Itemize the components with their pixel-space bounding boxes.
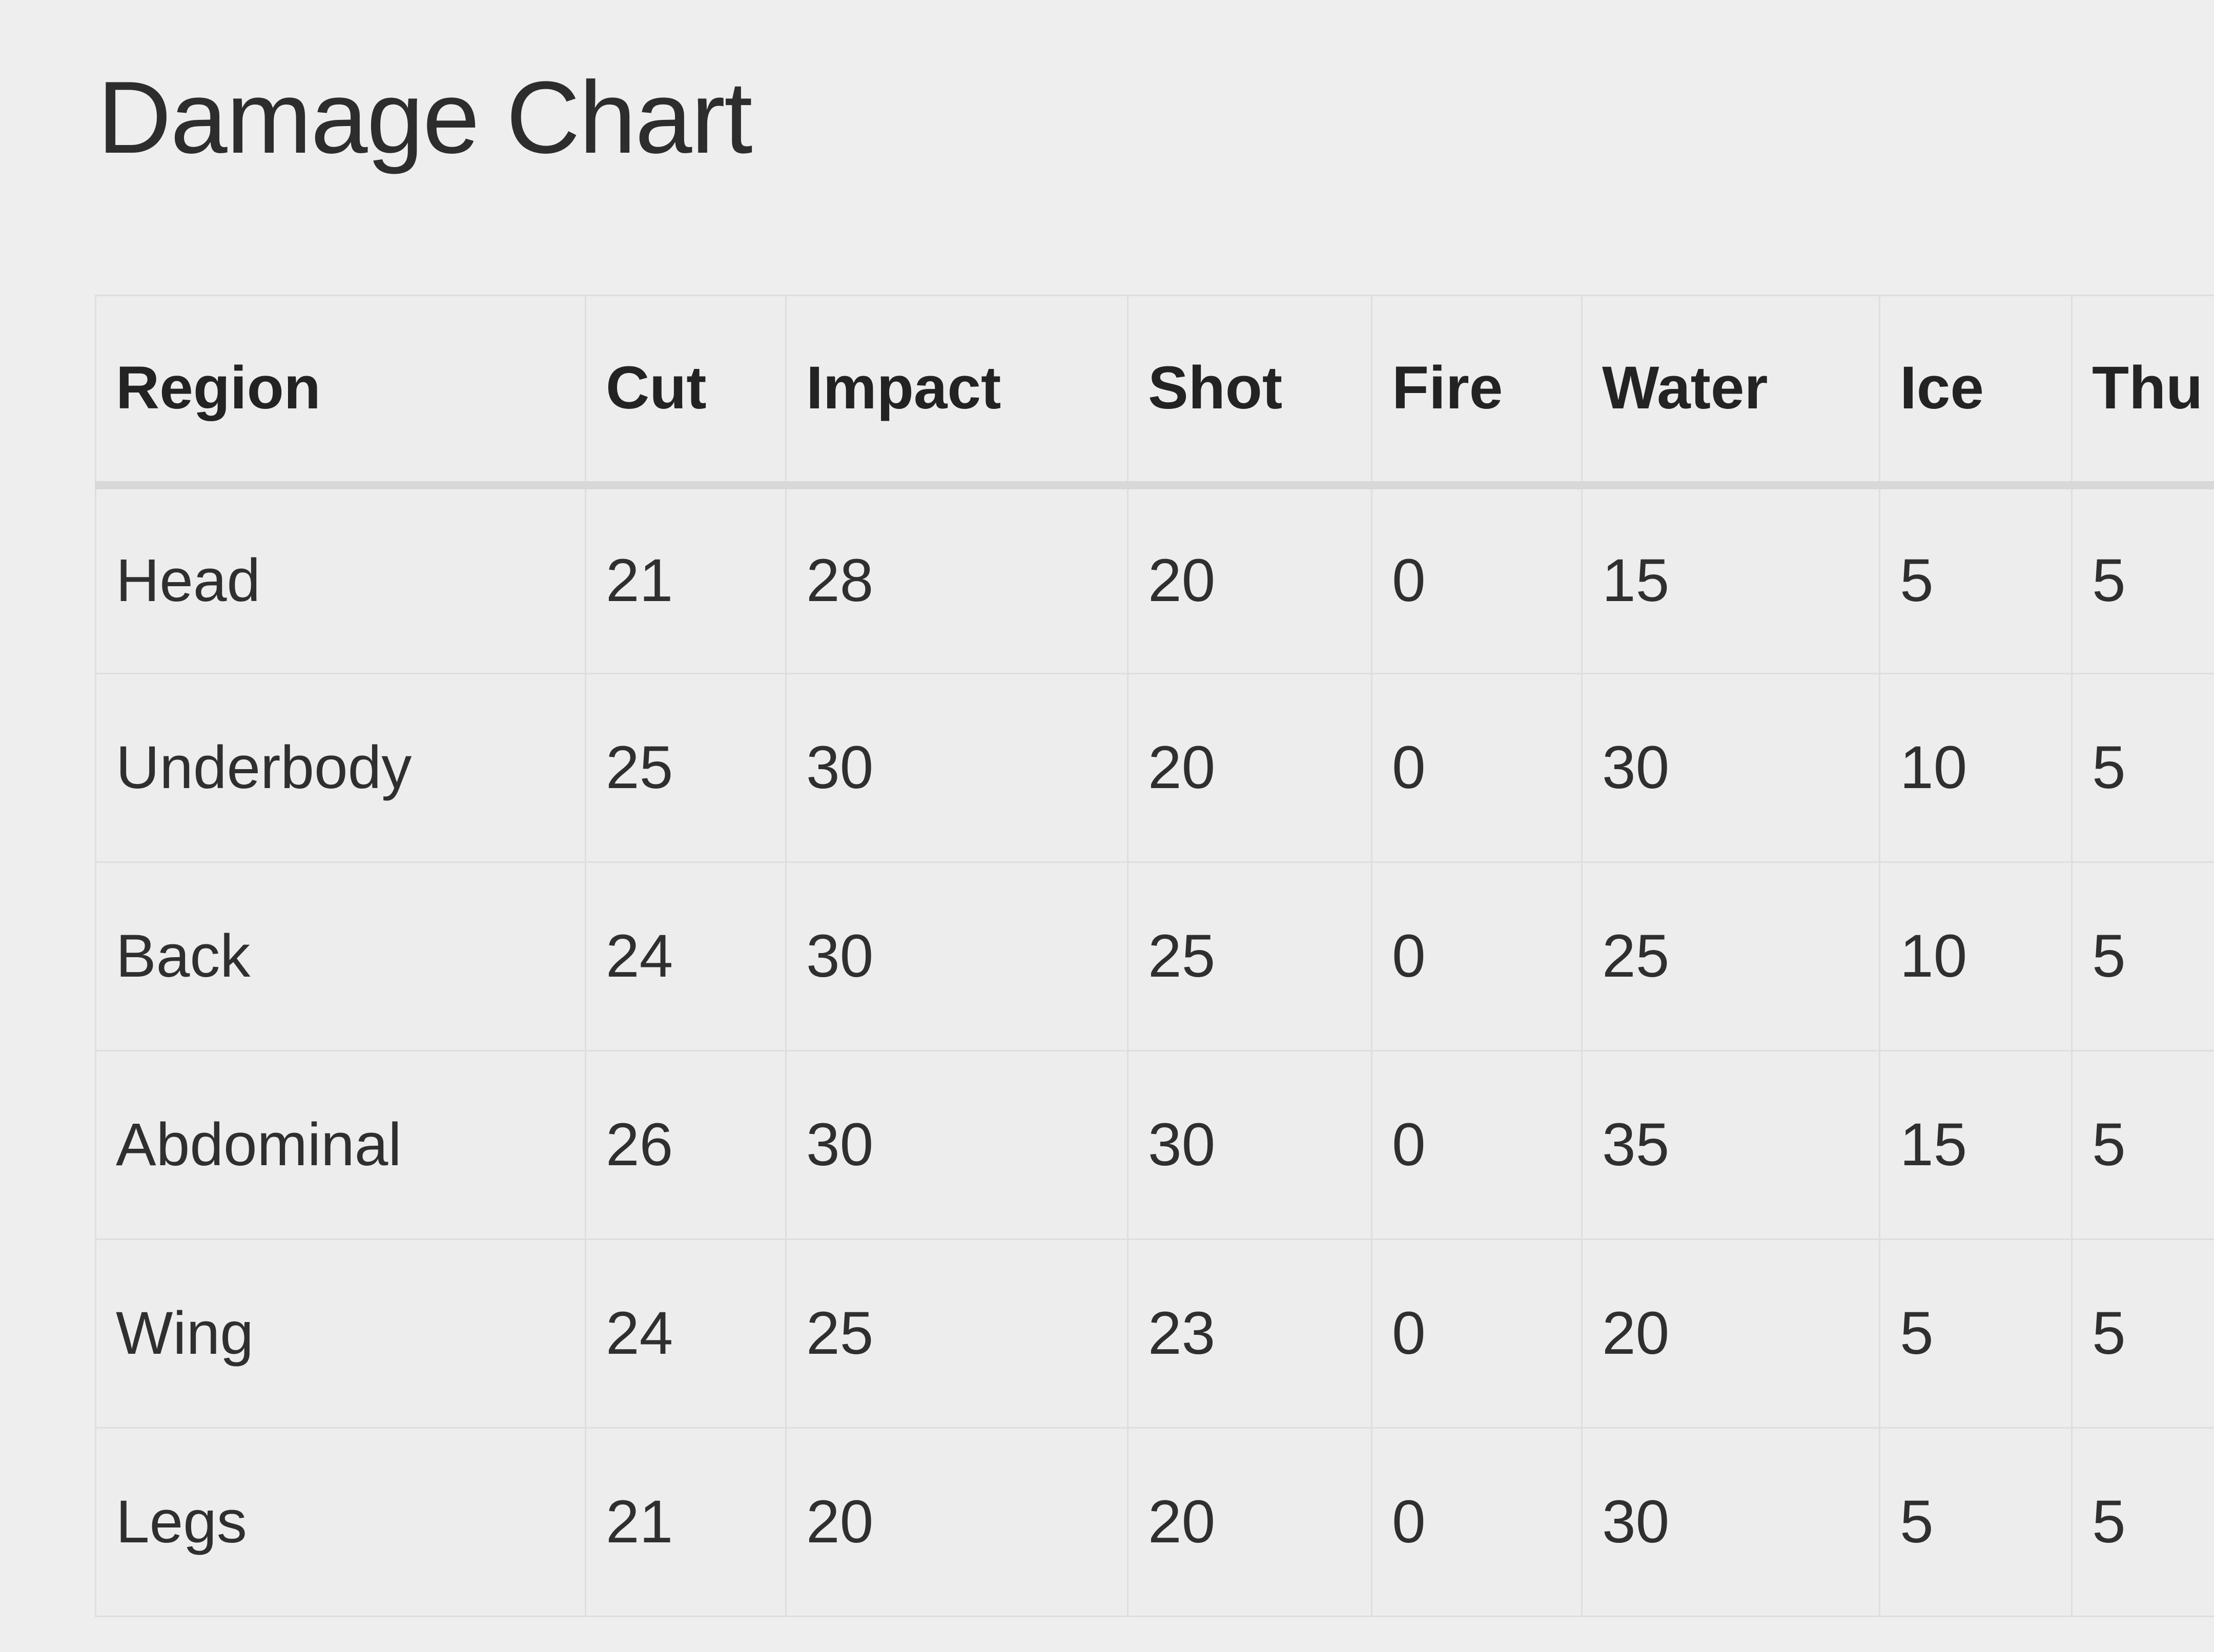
cell-water: 15 [1581, 484, 1880, 674]
cell-water: 30 [1581, 1427, 1880, 1617]
cell-fire: 0 [1371, 1238, 1583, 1429]
cell-region: Wing [95, 1238, 586, 1429]
cell-impact: 25 [785, 1238, 1129, 1429]
cell-cut: 21 [585, 484, 787, 674]
column-header-cut[interactable]: Cut [585, 295, 787, 489]
cell-shot: 30 [1127, 1050, 1372, 1240]
cell-impact: 30 [785, 861, 1129, 1051]
cell-shot: 23 [1127, 1238, 1372, 1429]
cell-thunder: 5 [2071, 1050, 2214, 1240]
cell-thunder: 5 [2071, 484, 2214, 674]
table-row: Wing 24 25 23 0 20 5 5 [95, 1238, 2214, 1429]
table-row: Back 24 30 25 0 25 10 5 [95, 861, 2214, 1051]
cell-ice: 15 [1879, 1050, 2073, 1240]
cell-ice: 5 [1879, 1238, 2073, 1429]
table-row: Underbody 25 30 20 0 30 10 5 [95, 673, 2214, 863]
cell-fire: 0 [1371, 861, 1583, 1051]
cell-ice: 5 [1879, 1427, 2073, 1617]
cell-region: Underbody [95, 673, 586, 863]
cell-region: Legs [95, 1427, 586, 1617]
cell-cut: 24 [585, 1238, 787, 1429]
cell-shot: 20 [1127, 673, 1372, 863]
cell-region: Head [95, 484, 586, 674]
column-header-impact[interactable]: Impact [785, 295, 1129, 489]
column-header-fire[interactable]: Fire [1371, 295, 1583, 489]
cell-ice: 10 [1879, 673, 2073, 863]
cell-thunder: 5 [2071, 1427, 2214, 1617]
cell-thunder: 5 [2071, 1238, 2214, 1429]
cell-impact: 28 [785, 484, 1129, 674]
cell-cut: 21 [585, 1427, 787, 1617]
damage-chart-table: Region Cut Impact Shot Fire Water Ice Th… [95, 295, 2214, 1617]
cell-water: 30 [1581, 673, 1880, 863]
cell-impact: 20 [785, 1427, 1129, 1617]
column-header-region[interactable]: Region [95, 295, 586, 489]
cell-shot: 20 [1127, 484, 1372, 674]
cell-cut: 24 [585, 861, 787, 1051]
damage-chart-table-wrapper: Region Cut Impact Shot Fire Water Ice Th… [95, 295, 2214, 1617]
cell-thunder: 5 [2071, 673, 2214, 863]
cell-ice: 10 [1879, 861, 2073, 1051]
table-row: Abdominal 26 30 30 0 35 15 5 [95, 1050, 2214, 1240]
cell-impact: 30 [785, 673, 1129, 863]
cell-water: 35 [1581, 1050, 1880, 1240]
cell-impact: 30 [785, 1050, 1129, 1240]
table-header: Region Cut Impact Shot Fire Water Ice Th… [95, 295, 2214, 489]
column-header-shot[interactable]: Shot [1127, 295, 1372, 489]
page-title: Damage Chart [97, 60, 753, 175]
cell-fire: 0 [1371, 673, 1583, 863]
cell-water: 25 [1581, 861, 1880, 1051]
column-header-thunder[interactable]: Thu [2071, 295, 2214, 489]
table-body: Head 21 28 20 0 15 5 5 Underbody 25 30 2… [95, 484, 2214, 1617]
cell-region: Back [95, 861, 586, 1051]
cell-shot: 25 [1127, 861, 1372, 1051]
table-row: Legs 21 20 20 0 30 5 5 [95, 1427, 2214, 1617]
damage-chart-page: Damage Chart Region Cut Impact Shot Fire… [0, 0, 2214, 1652]
cell-cut: 26 [585, 1050, 787, 1240]
cell-fire: 0 [1371, 484, 1583, 674]
column-header-water[interactable]: Water [1581, 295, 1880, 489]
cell-cut: 25 [585, 673, 787, 863]
cell-thunder: 5 [2071, 861, 2214, 1051]
table-header-row: Region Cut Impact Shot Fire Water Ice Th… [95, 295, 2214, 489]
column-header-ice[interactable]: Ice [1879, 295, 2073, 489]
cell-fire: 0 [1371, 1427, 1583, 1617]
table-row: Head 21 28 20 0 15 5 5 [95, 484, 2214, 674]
cell-region: Abdominal [95, 1050, 586, 1240]
cell-fire: 0 [1371, 1050, 1583, 1240]
cell-water: 20 [1581, 1238, 1880, 1429]
cell-shot: 20 [1127, 1427, 1372, 1617]
cell-ice: 5 [1879, 484, 2073, 674]
